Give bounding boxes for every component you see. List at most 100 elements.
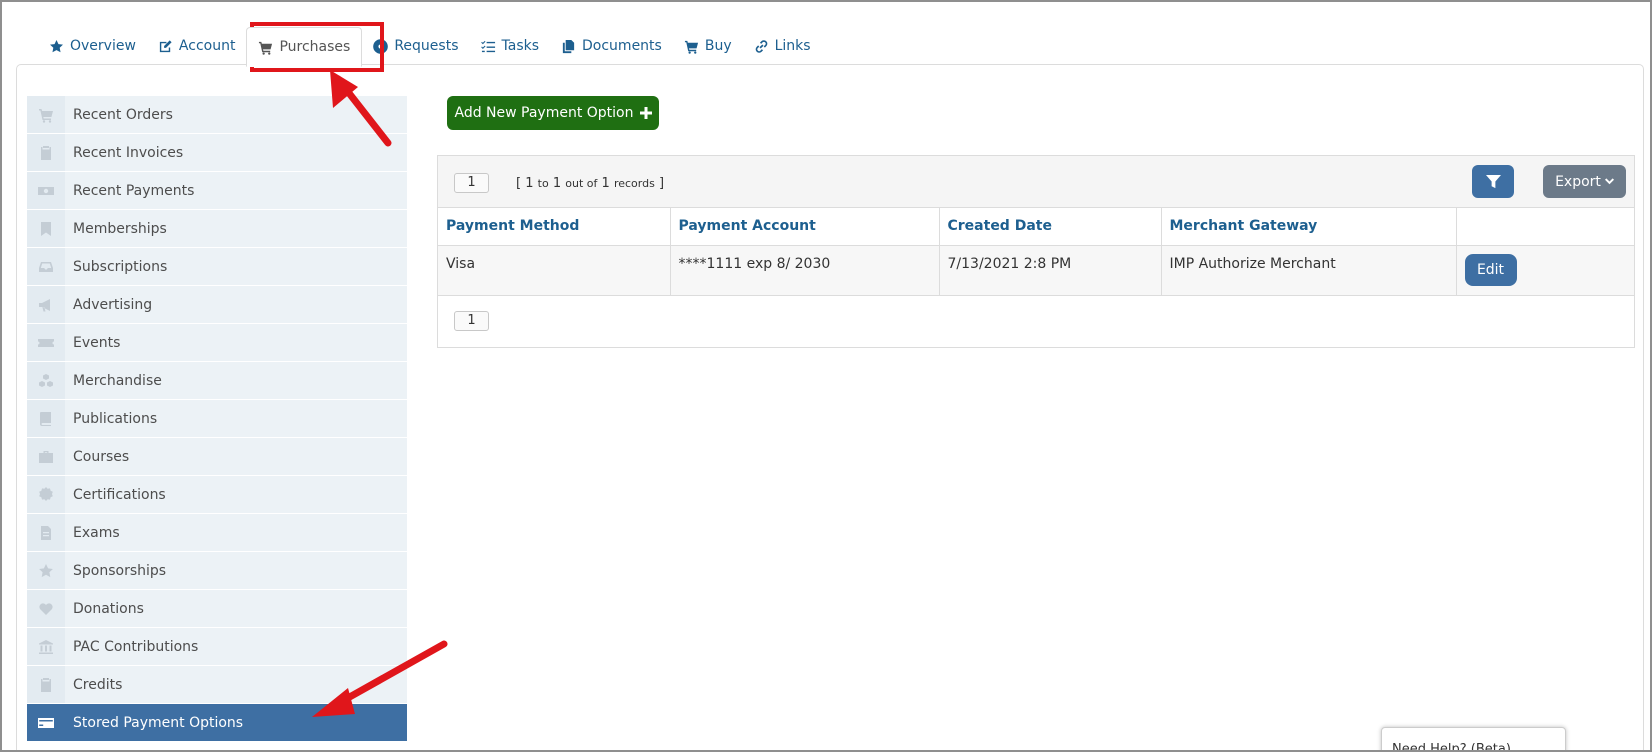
sidebar-item-publications[interactable]: Publications <box>27 400 407 437</box>
help-widget-label: Need Help? (Beta) <box>1392 742 1511 752</box>
cell-merchant-gateway: IMP Authorize Merchant <box>1161 245 1457 296</box>
tab-label: Tasks <box>501 38 540 54</box>
sidebar-item-recent-payments[interactable]: Recent Payments <box>27 172 407 209</box>
export-label: Export <box>1555 173 1601 190</box>
sidebar-item-label: Exams <box>73 524 120 541</box>
cell-actions: Edit <box>1456 245 1634 296</box>
table-row: Visa ****1111 exp 8/ 2030 7/13/2021 2:8 … <box>438 245 1634 296</box>
clipboard-icon <box>41 677 51 692</box>
sidebar-item-memberships[interactable]: Memberships <box>27 210 407 247</box>
sidebar-item-sponsorships[interactable]: Sponsorships <box>27 552 407 589</box>
filter-button[interactable] <box>1472 165 1514 198</box>
tab-account[interactable]: Account <box>147 27 247 65</box>
cart-icon <box>684 40 698 54</box>
briefcase-icon <box>39 450 53 463</box>
column-header-created-date[interactable]: Created Date <box>939 208 1162 246</box>
page-number-bottom[interactable]: 1 <box>454 311 489 331</box>
chevron-down-icon <box>1604 178 1614 185</box>
edit-icon <box>159 39 172 52</box>
column-header-payment-account[interactable]: Payment Account <box>670 208 940 246</box>
tab-label: Links <box>774 38 811 54</box>
page-number-top[interactable]: 1 <box>454 173 489 193</box>
sidebar-item-courses[interactable]: Courses <box>27 438 407 475</box>
sidebar-item-label: Publications <box>73 410 158 427</box>
sidebar-item-label: Courses <box>73 448 130 465</box>
link-icon <box>755 39 767 53</box>
tab-tasks[interactable]: Tasks <box>470 27 551 65</box>
payment-options-table: Payment Method Payment Account Created D… <box>438 208 1634 296</box>
filter-icon <box>1485 174 1501 189</box>
tasks-icon <box>480 40 495 52</box>
heart-icon <box>39 602 53 615</box>
book-icon <box>40 411 51 426</box>
bank-icon <box>39 639 53 654</box>
sidebar-item-credits[interactable]: Credits <box>27 666 407 703</box>
sidebar-item-subscriptions[interactable]: Subscriptions <box>27 248 407 285</box>
tab-label: Purchases <box>279 39 351 55</box>
sidebar-item-certifications[interactable]: Certifications <box>27 476 407 513</box>
ticket-icon <box>38 338 54 347</box>
tab-documents[interactable]: Documents <box>550 27 673 65</box>
sidebar-item-label: Stored Payment Options <box>73 714 244 731</box>
payment-options-grid: 1 [ 1 to 1 out of 1 records ] Export Pay… <box>437 155 1635 348</box>
help-widget[interactable]: Need Help? (Beta) <box>1381 727 1566 752</box>
cell-payment-method: Visa <box>438 245 671 296</box>
tab-bar: Overview Account Purchases Requests Task… <box>38 27 822 67</box>
sidebar-item-label: Memberships <box>73 220 167 237</box>
tab-buy[interactable]: Buy <box>673 27 743 65</box>
sidebar-item-label: Recent Payments <box>73 182 195 199</box>
star-icon <box>50 39 63 52</box>
tab-label: Requests <box>394 38 459 54</box>
add-new-payment-option-button[interactable]: Add New Payment Option <box>447 96 659 130</box>
grid-toolbar: 1 [ 1 to 1 out of 1 records ] Export <box>438 156 1634 208</box>
tab-label: Account <box>178 38 236 54</box>
documents-icon <box>562 39 575 53</box>
credit-card-icon <box>38 717 54 728</box>
tab-purchases[interactable]: Purchases <box>246 27 363 67</box>
sidebar-item-label: Recent Invoices <box>73 144 184 161</box>
tab-links[interactable]: Links <box>743 27 822 65</box>
sidebar: Recent Orders Recent Invoices Recent Pay… <box>27 96 407 742</box>
column-header-merchant-gateway[interactable]: Merchant Gateway <box>1161 208 1457 246</box>
sidebar-item-merchandise[interactable]: Merchandise <box>27 362 407 399</box>
inbox-icon <box>39 261 53 272</box>
column-header-payment-method[interactable]: Payment Method <box>438 208 671 246</box>
sidebar-item-label: Donations <box>73 600 144 617</box>
tab-label: Documents <box>582 38 662 54</box>
export-button[interactable]: Export <box>1543 165 1626 198</box>
add-button-label: Add New Payment Option <box>454 105 634 121</box>
plus-icon <box>639 107 652 119</box>
certificate-icon <box>39 486 53 501</box>
edit-button[interactable]: Edit <box>1464 253 1517 286</box>
tab-overview[interactable]: Overview <box>38 27 147 65</box>
bookmark-icon <box>41 221 51 236</box>
sidebar-item-recent-orders[interactable]: Recent Orders <box>27 96 407 133</box>
sidebar-item-exams[interactable]: Exams <box>27 514 407 551</box>
sidebar-item-recent-invoices[interactable]: Recent Invoices <box>27 134 407 171</box>
sidebar-item-stored-payment-options[interactable]: Stored Payment Options <box>27 704 407 741</box>
sidebar-item-events[interactable]: Events <box>27 324 407 361</box>
clipboard-icon <box>41 145 51 160</box>
sidebar-item-label: Merchandise <box>73 372 162 389</box>
sidebar-item-label: Recent Orders <box>73 106 173 123</box>
sidebar-item-label: Events <box>73 334 121 351</box>
sidebar-item-label: Certifications <box>73 486 166 503</box>
sidebar-item-label: PAC Contributions <box>73 638 199 655</box>
sidebar-item-donations[interactable]: Donations <box>27 590 407 627</box>
cell-created-date: 7/13/2021 2:8 PM <box>939 245 1162 296</box>
tab-label: Overview <box>70 38 136 54</box>
sidebar-item-advertising[interactable]: Advertising <box>27 286 407 323</box>
cart-icon <box>259 41 273 55</box>
money-icon <box>38 186 54 195</box>
file-icon <box>41 525 51 540</box>
sidebar-item-label: Sponsorships <box>73 562 167 579</box>
cell-payment-account: ****1111 exp 8/ 2030 <box>670 245 940 296</box>
column-header-actions <box>1456 208 1634 246</box>
sidebar-item-pac-contributions[interactable]: PAC Contributions <box>27 628 407 665</box>
tab-label: Buy <box>704 38 732 54</box>
sidebar-item-label: Subscriptions <box>73 258 168 275</box>
cart-icon <box>39 108 53 123</box>
records-summary: [ 1 to 1 out of 1 records ] <box>516 176 665 191</box>
sidebar-item-label: Credits <box>73 676 123 693</box>
megaphone-icon <box>39 298 50 311</box>
